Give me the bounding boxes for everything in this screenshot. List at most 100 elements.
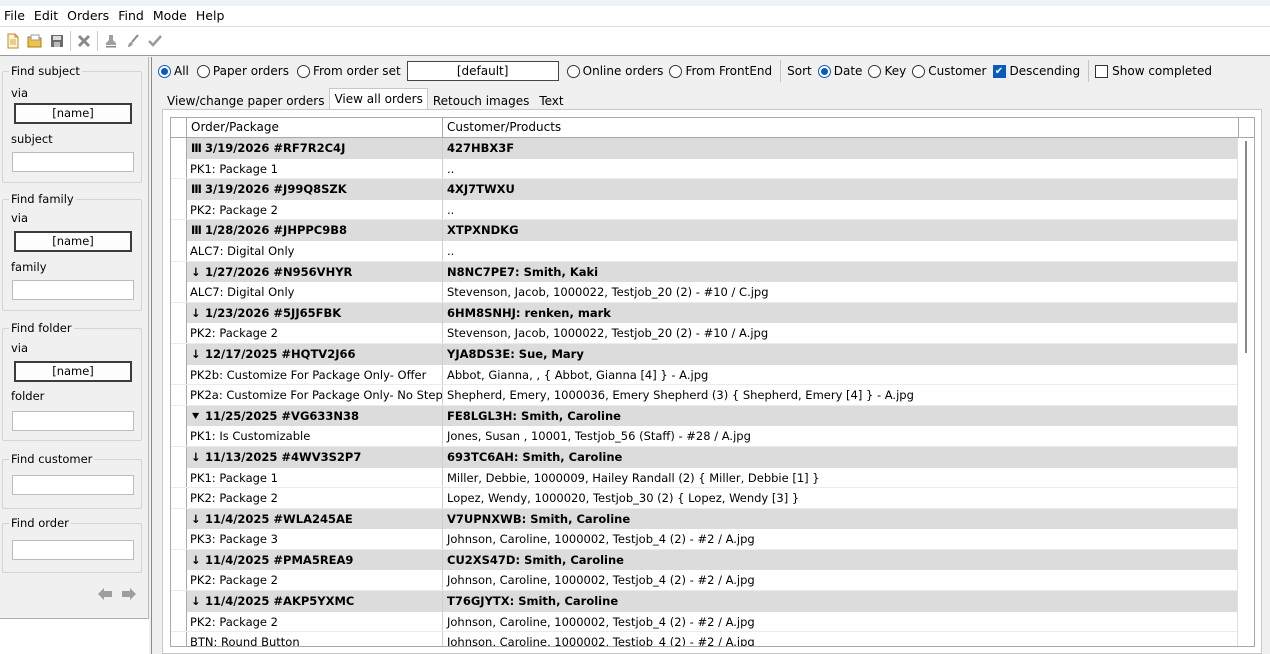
find-subject-name-button[interactable]: [name] <box>14 103 132 124</box>
order-row[interactable]: ↓ 11/4/2025 #WLA245AE V7UPNXWB: Smith, Car… <box>171 508 1254 530</box>
order-status-icon: ↓ <box>191 346 201 361</box>
filter-paper-orders-radio[interactable]: Paper orders <box>196 64 289 78</box>
find-order-input[interactable] <box>12 540 134 560</box>
order-row[interactable]: ⯆ 11/25/2025 #VG633N38 FE8LGL3H: Smith, Ca… <box>171 405 1254 427</box>
arrow-right-icon[interactable] <box>121 587 137 601</box>
row-header[interactable] <box>171 323 187 343</box>
order-row[interactable]: ↓ 1/23/2026 #5JJ65FBK 6HM8SNHJ: renken, ma… <box>171 302 1254 324</box>
row-header[interactable] <box>171 591 187 612</box>
cell-text: 1/27/2026 #N956VHYR <box>205 264 353 279</box>
package-row[interactable]: PK1: Is Customizable Jones, Susan , 10001… <box>171 426 1254 447</box>
order-row[interactable]: ↓ 11/13/2025 #4WV3S2P7 693TC6AH: Smith, Ca… <box>171 446 1254 468</box>
row-header[interactable] <box>171 138 187 159</box>
column-header-order-package[interactable]: Order/Package <box>187 118 443 137</box>
tab-view-all-orders[interactable]: View all orders <box>329 88 428 110</box>
find-folder-input[interactable] <box>12 411 134 431</box>
delete-icon[interactable] <box>73 29 95 53</box>
row-header[interactable] <box>171 405 187 427</box>
row-header[interactable] <box>171 467 187 488</box>
row-header[interactable] <box>171 549 187 571</box>
row-header[interactable] <box>171 446 187 468</box>
order-row[interactable]: Ⅲ 3/19/2026 #RF7R2C4J 427HBX3F <box>171 138 1254 159</box>
order-row[interactable]: ↓ 11/4/2025 #PMA5REA9 CU2XS47D: Smith, Car… <box>171 549 1254 571</box>
column-header-customer-products[interactable]: Customer/Products <box>443 118 1239 137</box>
row-header[interactable] <box>171 508 187 530</box>
order-row[interactable]: ↓ 1/27/2026 #N956VHYR N8NC7PE7: Smith, Kak… <box>171 261 1254 283</box>
scrollbar-thumb[interactable] <box>1245 141 1247 353</box>
row-header[interactable] <box>171 632 187 646</box>
order-row[interactable]: Ⅲ 1/28/2026 #JHPPC9B8 XTPXNDKG <box>171 220 1254 241</box>
sort-date-radio[interactable]: Date <box>817 64 862 78</box>
descending-checkbox[interactable]: ✔ Descending <box>992 64 1080 78</box>
row-header[interactable] <box>171 199 187 220</box>
cell-text: 1/28/2026 #JHPPC9B8 <box>205 223 348 238</box>
filter-from-frontend-radio[interactable]: From FrontEnd <box>669 64 772 78</box>
filter-online-orders-radio[interactable]: Online orders <box>566 64 663 78</box>
stamp-icon[interactable] <box>100 29 122 53</box>
menu-orders[interactable]: Orders <box>63 6 114 26</box>
order-set-field[interactable]: [default] <box>406 61 559 81</box>
menu-edit[interactable]: Edit <box>30 6 63 26</box>
row-header[interactable] <box>171 364 187 385</box>
menu-help[interactable]: Help <box>192 6 230 26</box>
row-header[interactable] <box>171 240 187 261</box>
package-cell: PK1: Package 1 <box>187 467 443 488</box>
package-row[interactable]: PK2: Package 2 Johnson, Caroline, 1000002… <box>171 611 1254 633</box>
row-header[interactable] <box>171 261 187 283</box>
find-family-name-button[interactable]: [name] <box>14 231 132 252</box>
row-header[interactable] <box>171 426 187 446</box>
row-header[interactable] <box>171 302 187 324</box>
arrow-left-icon[interactable] <box>97 587 113 601</box>
new-document-icon[interactable] <box>2 29 24 53</box>
menu-file[interactable]: File <box>0 6 30 26</box>
row-header[interactable] <box>171 611 187 632</box>
row-header[interactable] <box>171 529 187 549</box>
cell-text: ALC7: Digital Only <box>190 243 295 258</box>
order-row[interactable]: ↓ 11/4/2025 #AKP5YXMC T76GJYTX: Smith, Car… <box>171 591 1254 612</box>
package-row[interactable]: PK3: Package 3 Johnson, Caroline, 1000002… <box>171 529 1254 550</box>
package-row[interactable]: ALC7: Digital Only Stevenson, Jacob, 1000… <box>171 282 1254 303</box>
find-folder-name-button[interactable]: [name] <box>14 361 132 382</box>
row-header[interactable] <box>171 343 187 365</box>
package-row[interactable]: PK2b: Customize For Package Only- Offer A… <box>171 364 1254 386</box>
tab-text[interactable]: Text <box>534 90 568 110</box>
row-header[interactable] <box>171 282 187 302</box>
package-row[interactable]: PK2a: Customize For Package Only- No Ste… <box>171 385 1254 406</box>
package-row[interactable]: PK1: Package 1.. <box>171 158 1254 180</box>
find-subject-input[interactable] <box>12 152 134 172</box>
filter-from-order-set-radio[interactable]: From order set <box>296 64 401 78</box>
menu-find[interactable]: Find <box>114 6 149 26</box>
menu-mode[interactable]: Mode <box>149 6 192 26</box>
package-row[interactable]: PK2: Package 2 Stevenson, Jacob, 1000022,… <box>171 323 1254 344</box>
show-completed-checkbox[interactable]: Show completed <box>1095 64 1212 78</box>
row-header[interactable] <box>171 158 187 179</box>
row-header[interactable] <box>171 385 187 405</box>
order-row[interactable]: Ⅲ 3/19/2026 #J99Q8SZK 4XJ7TWXU <box>171 179 1254 200</box>
checkmark-icon[interactable] <box>144 29 166 53</box>
tab-view-change-paper-orders[interactable]: View/change paper orders <box>162 90 329 110</box>
row-header[interactable] <box>171 220 187 241</box>
row-header[interactable] <box>171 179 187 200</box>
package-row[interactable]: ALC7: Digital Only.. <box>171 240 1254 262</box>
order-row[interactable]: ↓ 12/17/2025 #HQTV2J66 YJA8DS3E: Sue, Mary <box>171 343 1254 365</box>
sort-key-radio[interactable]: Key <box>868 64 906 78</box>
save-icon[interactable] <box>46 29 68 53</box>
find-family-input[interactable] <box>12 280 134 300</box>
package-row[interactable]: PK2: Package 2 Johnson, Caroline, 1000002… <box>171 570 1254 592</box>
order-status-icon: ↓ <box>191 305 201 320</box>
tab-retouch-images[interactable]: Retouch images <box>428 90 534 110</box>
package-row[interactable]: PK2: Package 2 Lopez, Wendy, 1000020, Tes… <box>171 488 1254 509</box>
radio-selected-icon <box>817 64 831 78</box>
filter-all-radio[interactable]: All <box>158 64 189 78</box>
brush-icon[interactable] <box>122 29 144 53</box>
package-row[interactable]: BTN: Round Button Johnson, Caroline, 1000… <box>171 632 1254 646</box>
find-customer-input[interactable] <box>12 475 134 495</box>
row-header[interactable] <box>171 570 187 591</box>
vertical-scrollbar[interactable] <box>1237 138 1254 646</box>
row-header[interactable] <box>171 488 187 508</box>
cell-text: PK2: Package 2 <box>190 202 278 217</box>
package-row[interactable]: PK2: Package 2.. <box>171 199 1254 221</box>
open-folder-icon[interactable] <box>24 29 46 53</box>
package-row[interactable]: PK1: Package 1 Miller, Debbie, 1000009, H… <box>171 467 1254 489</box>
sort-customer-radio[interactable]: Customer <box>912 64 987 78</box>
